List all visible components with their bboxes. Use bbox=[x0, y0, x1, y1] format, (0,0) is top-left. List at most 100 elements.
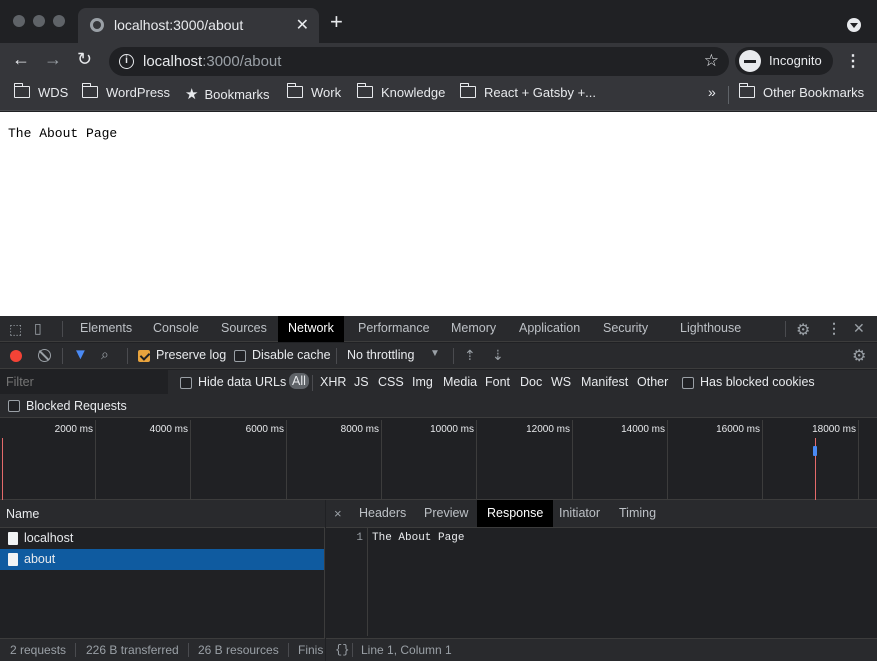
forward-arrow-icon[interactable]: → bbox=[44, 49, 62, 70]
filter-type-xhr[interactable]: XHR bbox=[320, 375, 346, 389]
close-detail-icon[interactable]: × bbox=[334, 506, 342, 521]
address-bar[interactable]: i localhost:3000/about ☆ bbox=[109, 47, 729, 76]
close-window-button[interactable] bbox=[13, 15, 25, 27]
bookmark-folder-knowledge[interactable]: Knowledge bbox=[357, 83, 445, 100]
network-overview[interactable]: 2000 ms 4000 ms 6000 ms 8000 ms 10000 ms… bbox=[0, 418, 877, 500]
tab-performance[interactable]: Performance bbox=[348, 316, 440, 342]
bookmark-folder-other[interactable]: Other Bookmarks bbox=[739, 83, 864, 100]
incognito-badge[interactable]: Incognito bbox=[735, 47, 833, 75]
page-viewport: The About Page bbox=[0, 112, 877, 316]
incognito-icon bbox=[739, 50, 761, 72]
import-har-icon[interactable]: ⇡ bbox=[464, 347, 476, 364]
timeline-label: 16000 ms bbox=[716, 424, 760, 435]
tab-headers[interactable]: Headers bbox=[349, 500, 416, 527]
tab-elements[interactable]: Elements bbox=[70, 316, 142, 342]
filter-type-css[interactable]: CSS bbox=[378, 375, 404, 389]
filter-type-all[interactable]: All bbox=[289, 373, 309, 389]
network-settings-gear-icon[interactable]: ⚙ bbox=[852, 346, 866, 366]
browser-toolbar: ← → ↻ i localhost:3000/about ☆ Incognito… bbox=[0, 43, 877, 79]
clear-icon[interactable] bbox=[38, 349, 51, 362]
pretty-print-icon[interactable]: {} bbox=[335, 643, 349, 657]
line-number: 1 bbox=[356, 532, 363, 544]
browser-tab[interactable]: localhost:3000/about ✕ bbox=[78, 8, 319, 43]
tab-memory[interactable]: Memory bbox=[441, 316, 506, 342]
network-toolbar: ▼ ⌕ Preserve log Disable cache No thrott… bbox=[0, 343, 877, 369]
bookmark-folder-wordpress[interactable]: WordPress bbox=[82, 83, 171, 100]
url-text[interactable]: localhost:3000/about bbox=[143, 53, 281, 70]
filter-type-font[interactable]: Font bbox=[485, 375, 510, 389]
line-number-gutter: 1 bbox=[326, 528, 368, 636]
hide-data-urls-checkbox[interactable] bbox=[180, 377, 192, 389]
record-button[interactable] bbox=[10, 350, 22, 362]
filter-input[interactable] bbox=[0, 370, 168, 394]
bookmark-bookmarks[interactable]: ★ Bookmarks bbox=[185, 85, 269, 103]
request-name: localhost bbox=[24, 531, 74, 545]
zoom-window-button[interactable] bbox=[53, 15, 65, 27]
close-devtools-icon[interactable]: ✕ bbox=[853, 320, 865, 337]
request-bar bbox=[813, 446, 817, 456]
filter-type-media[interactable]: Media bbox=[443, 375, 477, 389]
preserve-log-checkbox[interactable] bbox=[138, 350, 150, 362]
tab-security[interactable]: Security bbox=[593, 316, 658, 342]
tab-title: localhost:3000/about bbox=[114, 17, 244, 33]
bookmarks-overflow-icon[interactable]: » bbox=[708, 84, 716, 100]
document-icon bbox=[8, 553, 18, 566]
divider bbox=[62, 321, 63, 337]
bookmark-label: WordPress bbox=[106, 85, 171, 100]
filter-type-img[interactable]: Img bbox=[412, 375, 433, 389]
divider bbox=[188, 643, 189, 657]
tab-timing[interactable]: Timing bbox=[609, 500, 666, 527]
request-row-about[interactable]: about bbox=[0, 549, 324, 570]
filter-type-manifest[interactable]: Manifest bbox=[581, 375, 628, 389]
divider bbox=[62, 348, 63, 364]
disable-cache-checkbox[interactable] bbox=[234, 350, 246, 362]
request-detail-pane: × Headers Preview Response Initiator Tim… bbox=[326, 500, 877, 661]
tab-preview[interactable]: Preview bbox=[414, 500, 478, 527]
cursor-position: Line 1, Column 1 bbox=[361, 643, 452, 657]
throttling-select[interactable]: No throttling bbox=[347, 348, 414, 362]
bookmark-folder-work[interactable]: Work bbox=[287, 83, 341, 100]
inspect-element-icon[interactable]: ⬚ bbox=[9, 321, 22, 338]
filter-type-ws[interactable]: WS bbox=[551, 375, 571, 389]
request-row-localhost[interactable]: localhost bbox=[0, 528, 324, 549]
filter-type-js[interactable]: JS bbox=[354, 375, 369, 389]
filter-funnel-icon[interactable]: ▼ bbox=[73, 346, 88, 363]
divider bbox=[453, 348, 454, 364]
bookmark-label: WDS bbox=[38, 85, 69, 100]
blocked-requests-checkbox[interactable] bbox=[8, 400, 20, 412]
detail-status-bar: {} Line 1, Column 1 bbox=[326, 638, 877, 661]
bookmark-label: Bookmarks bbox=[204, 87, 270, 102]
new-tab-button[interactable]: + bbox=[330, 11, 343, 33]
search-icon[interactable]: ⌕ bbox=[101, 346, 109, 363]
info-icon[interactable]: i bbox=[119, 54, 134, 69]
has-blocked-cookies-checkbox[interactable] bbox=[682, 377, 694, 389]
export-har-icon[interactable]: ⇣ bbox=[492, 347, 504, 364]
tab-sources[interactable]: Sources bbox=[211, 316, 277, 342]
page-body-text: The About Page bbox=[8, 126, 118, 141]
settings-gear-icon[interactable]: ⚙ bbox=[796, 320, 810, 340]
bookmark-folder-wds[interactable]: WDS bbox=[14, 83, 69, 100]
divider bbox=[75, 643, 76, 657]
dropdown-arrow-icon[interactable]: ▼ bbox=[430, 348, 440, 359]
bookmark-folder-react-gatsby[interactable]: React + Gatsby +... bbox=[460, 83, 596, 100]
url-path: :3000/about bbox=[202, 53, 282, 70]
minimize-window-button[interactable] bbox=[33, 15, 45, 27]
browser-menu-icon[interactable]: ⋮ bbox=[845, 51, 861, 71]
devtools-menu-icon[interactable]: ⋮ bbox=[827, 320, 841, 337]
tab-search-icon[interactable] bbox=[847, 18, 861, 32]
tab-application[interactable]: Application bbox=[509, 316, 590, 342]
response-body[interactable]: The About Page bbox=[372, 532, 464, 544]
filter-type-other[interactable]: Other bbox=[637, 375, 668, 389]
tab-lighthouse[interactable]: Lighthouse bbox=[670, 316, 751, 342]
bookmark-star-icon[interactable]: ☆ bbox=[704, 51, 719, 71]
back-arrow-icon[interactable]: ← bbox=[12, 49, 30, 70]
tab-network[interactable]: Network bbox=[278, 316, 344, 342]
name-column-header[interactable]: Name bbox=[0, 500, 325, 528]
device-toolbar-icon[interactable]: ▯ bbox=[34, 320, 42, 337]
tab-response[interactable]: Response bbox=[477, 500, 554, 527]
filter-type-doc[interactable]: Doc bbox=[520, 375, 542, 389]
tab-console[interactable]: Console bbox=[143, 316, 209, 342]
tab-initiator[interactable]: Initiator bbox=[549, 500, 610, 527]
reload-icon[interactable]: ↻ bbox=[77, 49, 92, 70]
close-tab-icon[interactable]: ✕ bbox=[296, 15, 309, 35]
